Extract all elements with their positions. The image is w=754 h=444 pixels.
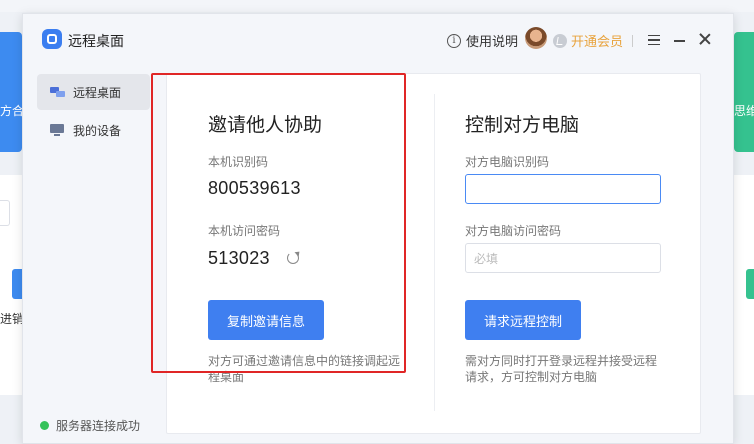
close-icon[interactable] (698, 32, 712, 46)
sidebar: 远程桌面 我的设备 服务器连接成功 (23, 66, 163, 444)
request-control-button[interactable]: 请求远程控制 (465, 300, 581, 340)
help-link[interactable]: i 使用说明 (447, 31, 518, 50)
vip-icon (553, 33, 567, 48)
avatar[interactable] (525, 27, 547, 49)
title-bar[interactable]: 远程桌面 i 使用说明 开通会员 (23, 14, 733, 66)
app-logo-icon (42, 29, 62, 49)
server-status: 服务器连接成功 (40, 417, 140, 434)
status-dot-icon (40, 421, 49, 430)
remote-password-label: 对方电脑访问密码 (465, 224, 562, 238)
sidebar-item-my-devices[interactable]: 我的设备 (37, 112, 150, 148)
vip-link[interactable]: 开通会员 (553, 31, 623, 50)
minimize-icon[interactable] (674, 40, 685, 42)
background-left-text: 进销 (0, 312, 22, 326)
window-title: 远程桌面 (68, 33, 124, 49)
background-right-text: 思维 (734, 104, 754, 118)
vip-label: 开通会员 (571, 34, 624, 49)
control-title: 控制对方电脑 (465, 115, 580, 136)
info-icon: i (447, 33, 461, 48)
remote-id-input[interactable] (465, 174, 661, 204)
background-right-icon (746, 269, 754, 299)
remote-id-label: 对方电脑识别码 (465, 155, 550, 169)
menu-icon[interactable] (648, 35, 660, 45)
background-left-input (0, 200, 10, 226)
background-right-banner (734, 32, 754, 152)
titlebar-divider (632, 35, 633, 47)
control-note: 需对方同时打开登录远程并接受远程请求，方可控制对方电脑 (465, 354, 658, 384)
background-left-icon (12, 269, 22, 299)
highlight-box (151, 73, 406, 373)
remote-password-input[interactable]: 必填 (465, 243, 661, 273)
background-app-topbar (0, 0, 754, 12)
background-left-text: 方合 (0, 104, 22, 118)
server-status-text: 服务器连接成功 (56, 419, 141, 433)
sidebar-item-remote-desktop[interactable]: 远程桌面 (37, 74, 150, 110)
help-label: 使用说明 (466, 34, 519, 49)
monitor-icon (50, 124, 66, 136)
sidebar-item-label: 我的设备 (73, 123, 122, 138)
background-left-banner (0, 32, 22, 152)
sidebar-item-label: 远程桌面 (73, 85, 122, 100)
section-divider (434, 94, 435, 411)
remote-desktop-icon (50, 86, 66, 98)
